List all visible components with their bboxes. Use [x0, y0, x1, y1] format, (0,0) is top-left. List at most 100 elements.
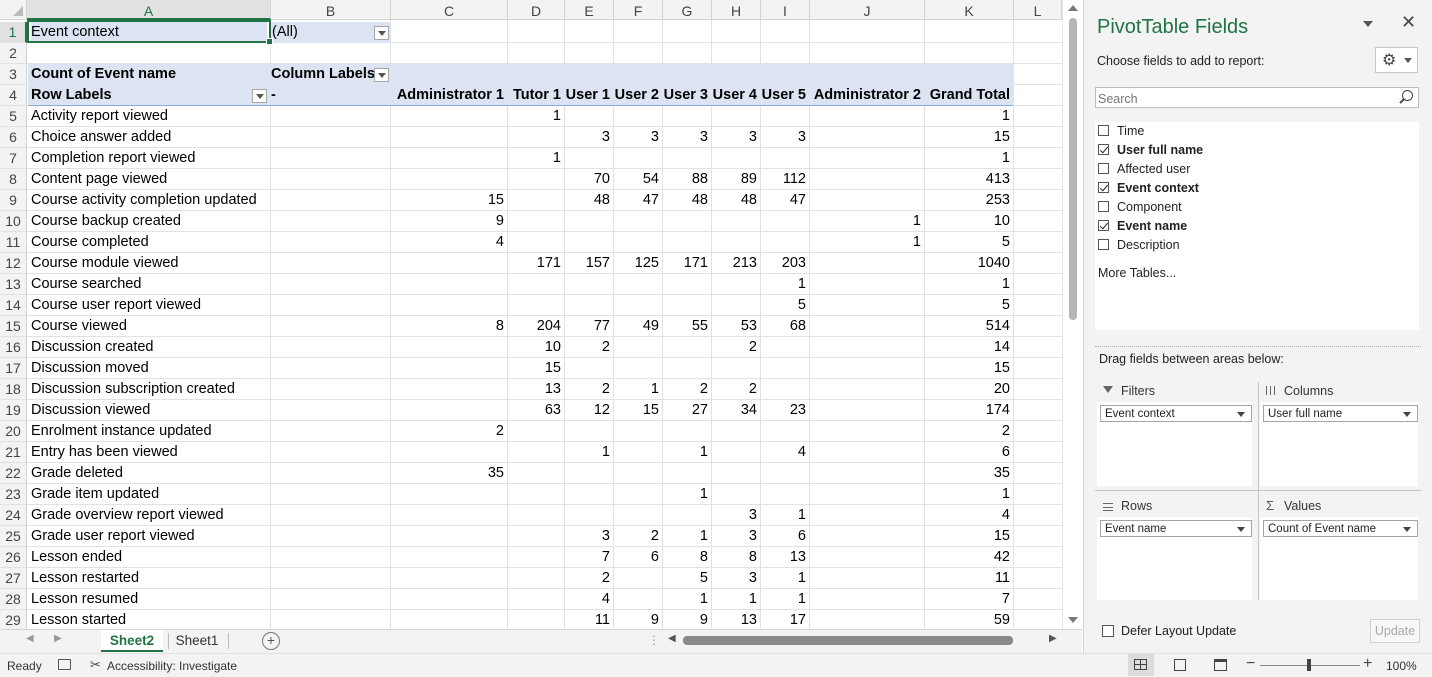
value-cell[interactable]: 171 — [508, 253, 565, 274]
sheet-tab-sheet2[interactable]: Sheet2 — [101, 630, 163, 652]
row-header-9[interactable]: 9 — [0, 190, 27, 211]
grand-total-cell[interactable]: 1 — [925, 148, 1014, 169]
row-label-cell[interactable]: Grade deleted — [31, 463, 269, 484]
rows-drop-area[interactable]: Event name — [1097, 517, 1252, 600]
value-cell[interactable]: 1 — [712, 589, 761, 610]
value-cell[interactable]: 1 — [761, 505, 810, 526]
value-cell[interactable]: 12 — [565, 400, 614, 421]
page-layout-view-icon[interactable] — [1174, 659, 1186, 671]
value-cell[interactable]: 1 — [663, 526, 712, 547]
zoom-out-icon[interactable]: − — [1246, 655, 1255, 673]
value-cell[interactable]: 3 — [712, 526, 761, 547]
value-cell[interactable]: 3 — [712, 127, 761, 148]
grand-total-cell[interactable]: 1 — [925, 484, 1014, 505]
tab-scroll-left-icon[interactable]: ◀ — [26, 633, 34, 644]
hscroll-right-icon[interactable]: ▶ — [1049, 633, 1057, 644]
value-cell[interactable]: 8 — [663, 547, 712, 568]
row-header-5[interactable]: 5 — [0, 106, 27, 127]
row-header-1[interactable]: 1 — [0, 22, 27, 43]
column-header-k[interactable]: K — [925, 0, 1014, 20]
value-cell[interactable]: 70 — [565, 169, 614, 190]
row-header-18[interactable]: 18 — [0, 379, 27, 400]
grand-total-cell[interactable]: 1040 — [925, 253, 1014, 274]
value-cell[interactable]: 2 — [565, 568, 614, 589]
value-cell[interactable]: 1 — [565, 442, 614, 463]
grand-total-cell[interactable]: 5 — [925, 295, 1014, 316]
value-cell[interactable]: 63 — [508, 400, 565, 421]
row-header-25[interactable]: 25 — [0, 526, 27, 547]
value-cell[interactable]: 203 — [761, 253, 810, 274]
filter-value-cell[interactable]: (All) — [270, 22, 391, 43]
value-cell[interactable]: 23 — [761, 400, 810, 421]
row-label-cell[interactable]: Course user report viewed — [31, 295, 269, 316]
column-header-a[interactable]: A — [27, 0, 271, 20]
value-cell[interactable]: 15 — [508, 358, 565, 379]
filters-drop-area[interactable]: Event context — [1097, 402, 1252, 486]
grand-total-cell[interactable]: 413 — [925, 169, 1014, 190]
value-cell[interactable]: 1 — [761, 568, 810, 589]
value-cell[interactable]: 213 — [712, 253, 761, 274]
field-checkbox[interactable] — [1098, 125, 1109, 136]
row-label-cell[interactable]: Discussion subscription created — [31, 379, 269, 400]
scroll-down-icon[interactable] — [1068, 617, 1078, 623]
field-search-box[interactable] — [1095, 87, 1419, 109]
column-header-j[interactable]: J — [810, 0, 925, 20]
row-header-17[interactable]: 17 — [0, 358, 27, 379]
value-cell[interactable]: 8 — [391, 316, 508, 337]
row-header-22[interactable]: 22 — [0, 463, 27, 484]
accessibility-icon[interactable]: ✂ — [90, 657, 101, 673]
value-cell[interactable]: 3 — [712, 568, 761, 589]
row-header-19[interactable]: 19 — [0, 400, 27, 421]
normal-view-icon[interactable] — [1128, 654, 1154, 676]
value-cell[interactable]: 47 — [614, 190, 663, 211]
accessibility-status[interactable]: Accessibility: Investigate — [107, 659, 237, 673]
value-cell[interactable]: 13 — [508, 379, 565, 400]
value-cell[interactable]: 6 — [761, 526, 810, 547]
select-all-corner[interactable] — [0, 0, 27, 20]
value-cell[interactable]: 35 — [391, 463, 508, 484]
defer-layout-checkbox[interactable] — [1102, 625, 1114, 637]
row-header-21[interactable]: 21 — [0, 442, 27, 463]
values-field-pill[interactable]: Count of Event name — [1263, 520, 1418, 537]
grand-total-cell[interactable]: 15 — [925, 127, 1014, 148]
value-cell[interactable]: 2 — [565, 337, 614, 358]
field-item[interactable]: Component — [1098, 198, 1398, 217]
row-label-cell[interactable]: Lesson started — [31, 610, 269, 629]
grand-total-cell[interactable]: 4 — [925, 505, 1014, 526]
worksheet-grid[interactable]: ABCDEFGHIJKL 1 2 3 4 5 6 7 8 9 10 11 12 13 14 15 16 17 18… — [0, 0, 1062, 629]
value-cell[interactable]: 9 — [391, 211, 508, 232]
row-header-29[interactable]: 29 — [0, 610, 27, 629]
value-cell[interactable]: 2 — [614, 526, 663, 547]
column-header-f[interactable]: F — [614, 0, 663, 20]
row-label-cell[interactable]: Course searched — [31, 274, 269, 295]
value-cell[interactable]: 27 — [663, 400, 712, 421]
row-header-13[interactable]: 13 — [0, 274, 27, 295]
value-cell[interactable]: 3 — [663, 127, 712, 148]
filters-field-pill[interactable]: Event context — [1100, 405, 1252, 422]
grand-total-cell[interactable]: 15 — [925, 526, 1014, 547]
value-cell[interactable]: 2 — [712, 337, 761, 358]
row-label-cell[interactable]: Lesson restarted — [31, 568, 269, 589]
row-header-20[interactable]: 20 — [0, 421, 27, 442]
value-cell[interactable]: 1 — [761, 274, 810, 295]
field-checkbox[interactable] — [1098, 220, 1109, 231]
row-header-4[interactable]: 4 — [0, 85, 27, 106]
search-input[interactable] — [1096, 88, 1400, 109]
value-cell[interactable]: 34 — [712, 400, 761, 421]
field-item[interactable]: User full name — [1098, 141, 1398, 160]
zoom-slider-thumb[interactable] — [1307, 659, 1311, 671]
grand-total-cell[interactable]: 11 — [925, 568, 1014, 589]
row-header-23[interactable]: 23 — [0, 484, 27, 505]
row-header-15[interactable]: 15 — [0, 316, 27, 337]
value-cell[interactable]: 125 — [614, 253, 663, 274]
row-header-10[interactable]: 10 — [0, 211, 27, 232]
grand-total-cell[interactable]: 174 — [925, 400, 1014, 421]
value-cell[interactable]: 3 — [712, 505, 761, 526]
grand-total-cell[interactable]: 20 — [925, 379, 1014, 400]
hscroll-left-icon[interactable]: ◀ — [668, 633, 676, 644]
column-header-b[interactable]: B — [271, 0, 391, 20]
value-cell[interactable]: 204 — [508, 316, 565, 337]
value-cell[interactable]: 1 — [614, 379, 663, 400]
chevron-down-icon[interactable] — [1237, 412, 1245, 417]
vertical-scroll-thumb[interactable] — [1069, 18, 1077, 320]
